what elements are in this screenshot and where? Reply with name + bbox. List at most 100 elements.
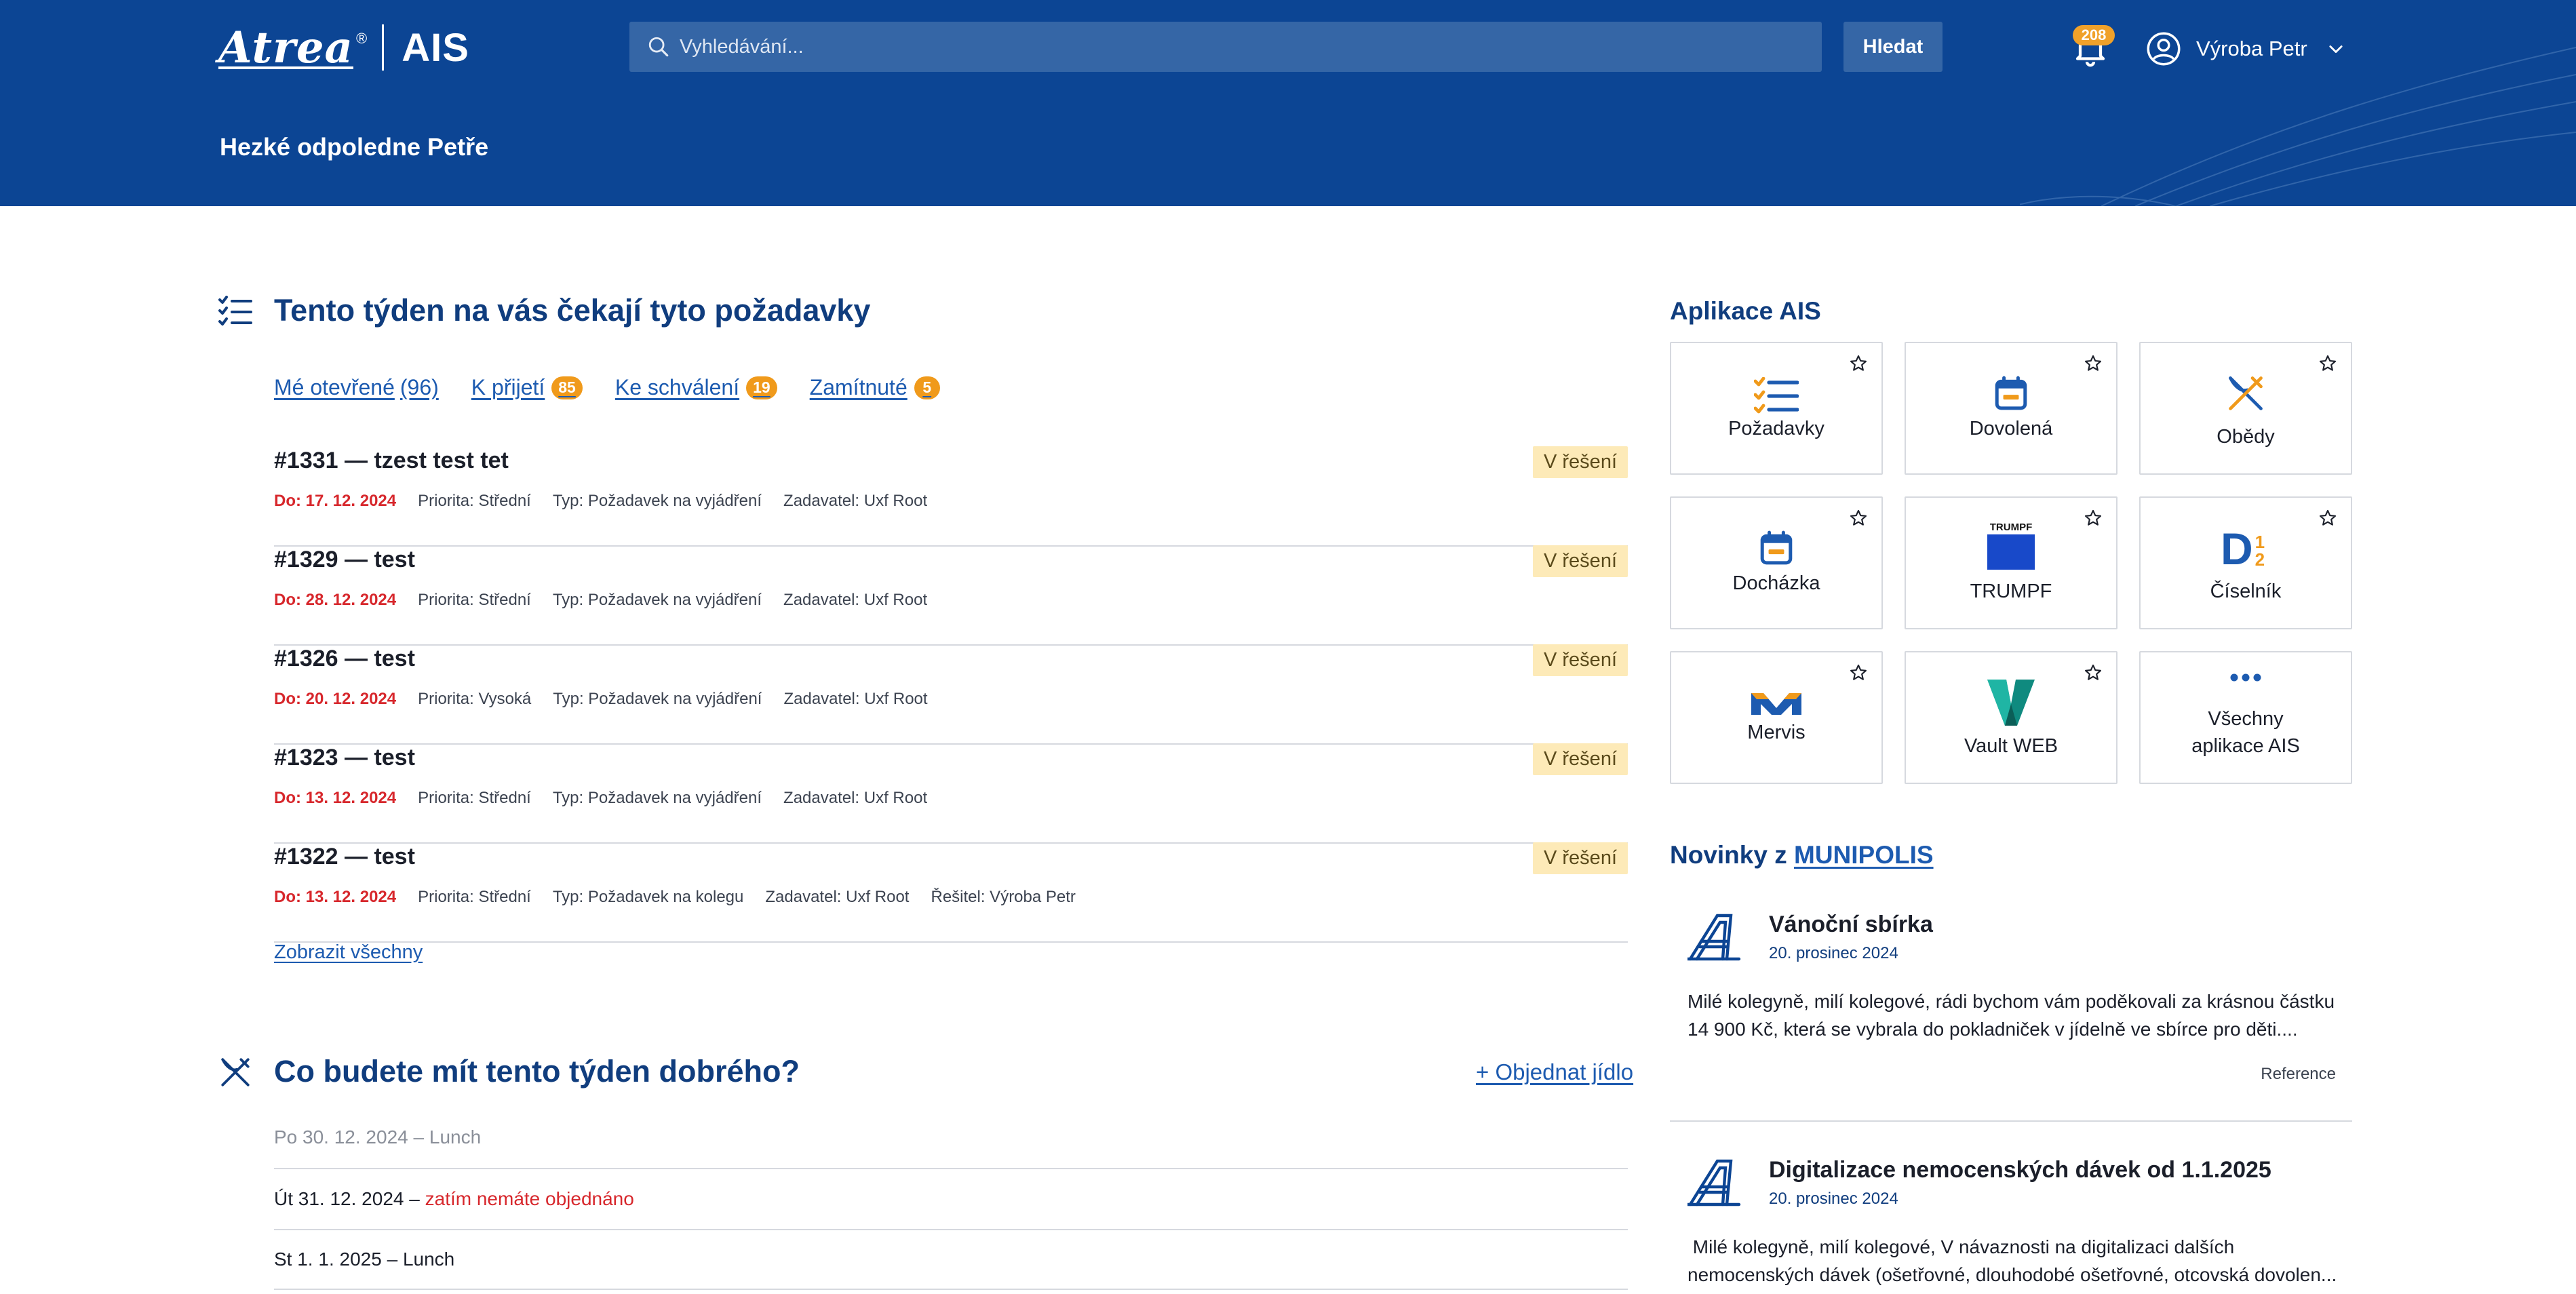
meal-date: St 1. 1. 2025 [274, 1249, 382, 1270]
meal-separator: – [381, 1249, 403, 1270]
app-label-line: aplikace AIS [2191, 735, 2300, 757]
fork-knife-icon [221, 1058, 250, 1086]
request-row[interactable]: #1326 — test V řešení Do: 20. 12. 2024 P… [274, 644, 1628, 745]
request-due: Do: 20. 12. 2024 [274, 690, 397, 708]
news-item[interactable]: Digitalizace nemocenských dávek od 1.1.2… [1670, 1157, 2352, 1293]
news-headline[interactable]: Digitalizace nemocenských dávek od 1.1.2… [1769, 1157, 2271, 1183]
meal-day[interactable]: St 1. 1. 2025 – Lunch [274, 1229, 1628, 1290]
star-icon[interactable] [1849, 509, 1868, 528]
request-solver: Řešitel: Výroba Petr [931, 888, 1076, 906]
logo[interactable]: Atrea ® AIS [218, 22, 469, 73]
app-label: Číselník [2210, 581, 2282, 602]
star-icon[interactable] [1849, 354, 1868, 373]
app-tile-lunches[interactable]: Obědy [2139, 342, 2352, 475]
news-headline[interactable]: Vánoční sbírka [1769, 911, 1933, 938]
logo-brand: Atrea [218, 22, 353, 73]
app-label: Docházka [1732, 572, 1820, 594]
trumpf-logo: TRUMPF [1987, 522, 2035, 570]
app-label: Dovolená [1969, 418, 2053, 439]
request-title[interactable]: #1326 — test [274, 646, 415, 672]
request-requester: Zadavatel: Uxf Root [783, 591, 928, 609]
tab-badge: 19 [746, 376, 777, 399]
request-due: Do: 13. 12. 2024 [274, 888, 397, 906]
trumpf-logo-text: TRUMPF [1989, 522, 2033, 533]
search-box[interactable] [629, 22, 1822, 72]
app-tile-trumpf[interactable]: TRUMPF TRUMPF [1905, 496, 2118, 629]
request-priority: Priorita: Střední [418, 888, 531, 906]
request-meta: Do: 20. 12. 2024 Priorita: Vysoká Typ: P… [274, 690, 950, 709]
meal-value: Lunch [429, 1126, 482, 1148]
tab-to-accept[interactable]: K přijetí 85 [471, 375, 583, 400]
meal-date: Út 31. 12. 2024 [274, 1188, 404, 1209]
request-title[interactable]: #1329 — test [274, 547, 415, 573]
request-requester: Zadavatel: Uxf Root [783, 789, 928, 807]
star-icon[interactable] [2084, 509, 2103, 528]
user-avatar-icon [2147, 32, 2181, 66]
news-reference[interactable]: Reference [2261, 1065, 2336, 1084]
tab-to-approve[interactable]: Ke schválení 19 [615, 375, 777, 400]
request-priority: Priorita: Vysoká [418, 690, 532, 708]
user-name: Výroba Petr [2196, 37, 2307, 60]
app-tile-mervis[interactable]: Mervis [1670, 651, 1883, 784]
top-header: Atrea ® AIS Hledat 208 Výroba Petr Hezké… [0, 0, 2576, 206]
search-input[interactable] [680, 35, 1765, 58]
tab-my-open[interactable]: Mé otevřené (96) [274, 375, 439, 400]
meals-title: Co budete mít tento týden dobrého? [274, 1054, 800, 1089]
star-icon[interactable] [2318, 509, 2337, 528]
request-title[interactable]: #1331 — tzest test tet [274, 448, 509, 474]
app-tile-requests[interactable]: Požadavky [1670, 342, 1883, 475]
order-food-link[interactable]: + Objednat jídlo [1476, 1059, 1633, 1085]
app-label: Obědy [2217, 426, 2275, 448]
logo-app-name: AIS [402, 25, 469, 70]
news-text: Milé kolegyně, milí kolegové, V návaznos… [1687, 1236, 2337, 1285]
munipolis-link[interactable]: MUNIPOLIS [1794, 841, 1934, 869]
more-dots-icon [2230, 673, 2261, 682]
app-label: Mervis [1747, 722, 1806, 743]
app-tile-attendance[interactable]: Docházka [1670, 496, 1883, 629]
request-meta: Do: 13. 12. 2024 Priorita: Střední Typ: … [274, 789, 949, 808]
request-row[interactable]: #1331 — tzest test tet V řešení Do: 17. … [274, 446, 1628, 547]
request-title[interactable]: #1323 — test [274, 745, 415, 771]
tab-count: (96) [399, 375, 439, 399]
logo-registered-mark: ® [356, 30, 368, 47]
status-badge: V řešení [1533, 743, 1628, 775]
tab-label: Zamítnuté [809, 375, 908, 399]
request-title[interactable]: #1322 — test [274, 844, 415, 870]
request-meta: Do: 17. 12. 2024 Priorita: Střední Typ: … [274, 492, 949, 511]
meal-separator: – [404, 1188, 425, 1209]
meal-day[interactable]: Po 30. 12. 2024 – Lunch [274, 1107, 1628, 1168]
chevron-down-icon[interactable] [2326, 39, 2345, 58]
app-label: Požadavky [1728, 418, 1824, 439]
status-badge: V řešení [1533, 545, 1628, 577]
tab-label: Mé otevřené [274, 375, 395, 399]
star-icon[interactable] [2318, 354, 2337, 373]
request-meta: Do: 28. 12. 2024 Priorita: Střední Typ: … [274, 591, 949, 610]
user-menu[interactable]: Výroba Petr [2146, 27, 2345, 71]
atrea-a-logo [1687, 1159, 1741, 1207]
news-item[interactable]: Vánoční sbírka 20. prosinec 2024 Milé ko… [1670, 911, 2352, 1088]
request-row[interactable]: #1322 — test V řešení Do: 13. 12. 2024 P… [274, 842, 1628, 943]
star-icon[interactable] [1849, 663, 1868, 682]
calendar-icon [1995, 376, 2027, 410]
request-type: Typ: Požadavek na vyjádření [552, 492, 762, 510]
meal-value: Lunch [402, 1249, 455, 1270]
request-due: Do: 13. 12. 2024 [274, 789, 397, 807]
star-icon[interactable] [2084, 663, 2103, 682]
atrea-a-logo [1687, 914, 1741, 961]
news-divider [1670, 1120, 2352, 1122]
app-tile-vacation[interactable]: Dovolená [1905, 342, 2118, 475]
request-row[interactable]: #1329 — test V řešení Do: 28. 12. 2024 P… [274, 545, 1628, 646]
search-button[interactable]: Hledat [1843, 22, 1943, 72]
request-row[interactable]: #1323 — test V řešení Do: 13. 12. 2024 P… [274, 743, 1628, 844]
request-requester: Zadavatel: Uxf Root [783, 690, 928, 708]
dictionary-logo-sup: 1 [2255, 532, 2265, 552]
show-all-link[interactable]: Zobrazit všechny [274, 941, 423, 964]
meal-day[interactable]: Út 31. 12. 2024 – zatím nemáte objednáno [274, 1168, 1628, 1229]
app-tile-codebook[interactable]: D 1 2 Číselník [2139, 496, 2352, 629]
star-icon[interactable] [2084, 354, 2103, 373]
app-tile-all-apps[interactable]: Všechny aplikace AIS [2139, 651, 2352, 784]
tab-rejected[interactable]: Zamítnuté 5 [810, 375, 940, 400]
dictionary-logo: D 1 2 [2221, 522, 2271, 571]
tab-label: Ke schválení [614, 375, 740, 399]
app-tile-vault-web[interactable]: Vault WEB [1905, 651, 2118, 784]
